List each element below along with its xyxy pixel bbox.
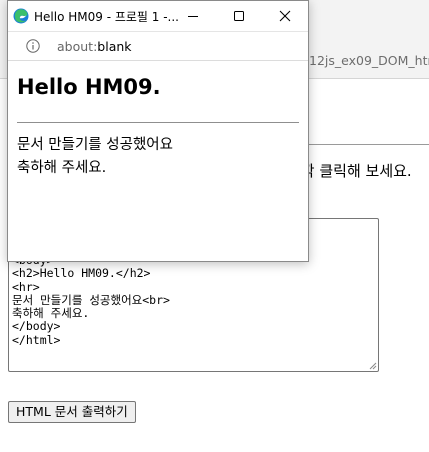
code-line: <h2>Hello HM09.</h2> bbox=[12, 266, 151, 281]
document-horizontal-rule bbox=[17, 122, 299, 123]
background-instruction-text: 딸깍 클릭해 보세요. bbox=[309, 162, 412, 180]
background-tab-title[interactable]: 12js_ex09_DOM_htm bbox=[309, 53, 429, 68]
address-url[interactable]: about:blank bbox=[57, 39, 132, 54]
close-icon bbox=[279, 10, 291, 22]
close-button[interactable] bbox=[262, 1, 308, 31]
html-code-content: <body> <h2>Hello HM09.</h2> <hr> 문서 만들기를… bbox=[12, 253, 170, 347]
code-line: </body> bbox=[12, 319, 61, 334]
popup-window: Hello HM09 - 프로필 1 -... about:blank Hell… bbox=[7, 0, 309, 262]
print-html-button[interactable]: HTML 문서 출력하기 bbox=[8, 401, 136, 423]
address-url-scheme: about: bbox=[57, 39, 98, 54]
info-icon[interactable] bbox=[26, 39, 40, 53]
code-line: 문서 만들기를 성공했어요<br> bbox=[12, 292, 170, 307]
address-url-path: blank bbox=[97, 39, 132, 54]
document-text-line-1: 문서 만들기를 성공했어요 bbox=[17, 137, 173, 153]
code-line: <hr> bbox=[12, 279, 40, 294]
popup-titlebar[interactable]: Hello HM09 - 프로필 1 -... bbox=[8, 1, 308, 31]
edge-browser-icon bbox=[13, 8, 29, 24]
background-horizontal-rule bbox=[305, 144, 429, 145]
code-line: </html> bbox=[12, 332, 61, 347]
code-line: 축하해 주세요. bbox=[12, 306, 90, 321]
document-text-line-2: 축하해 주세요. bbox=[17, 160, 107, 176]
maximize-button[interactable] bbox=[216, 1, 262, 31]
minimize-button[interactable] bbox=[170, 1, 216, 31]
popup-address-bar[interactable]: about:blank bbox=[8, 31, 308, 61]
background-instruction-clip: 딸깍 클릭해 보세요. bbox=[309, 158, 429, 184]
maximize-icon bbox=[234, 11, 244, 21]
minimize-icon bbox=[188, 16, 198, 17]
resize-grip-icon[interactable] bbox=[369, 362, 377, 370]
document-heading: Hello HM09. bbox=[17, 75, 161, 99]
popup-window-title: Hello HM09 - 프로필 1 -... bbox=[34, 10, 179, 24]
